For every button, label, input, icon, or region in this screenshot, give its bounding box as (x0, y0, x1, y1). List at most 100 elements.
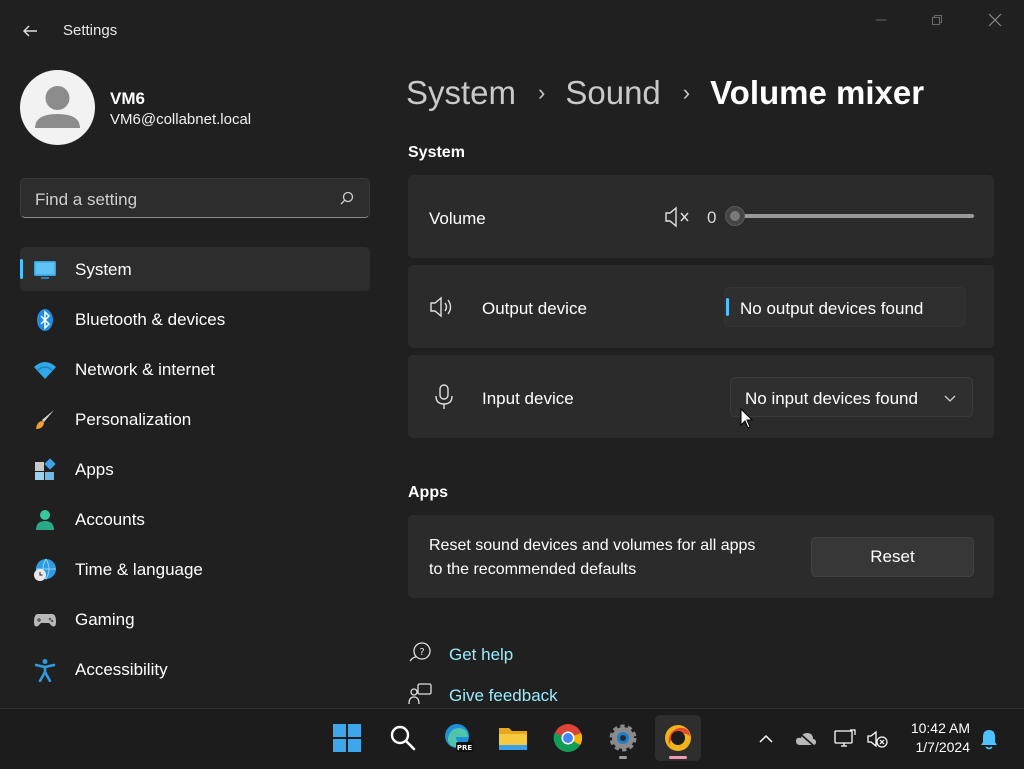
show-hidden-icons-button[interactable] (754, 727, 778, 751)
user-name: VM6 (110, 89, 145, 108)
svg-text:?: ? (419, 647, 424, 658)
breadcrumb-system[interactable]: System (406, 74, 516, 112)
svg-text:PRE: PRE (457, 744, 473, 752)
sidebar-item-label: System (75, 260, 132, 279)
sidebar-item-personalization[interactable]: Personalization (20, 397, 370, 441)
start-button[interactable] (324, 715, 370, 761)
restore-button[interactable] (914, 8, 960, 32)
sidebar-item-system[interactable]: System (20, 247, 370, 291)
input-device-label: Input device (482, 389, 574, 408)
back-arrow-icon (23, 25, 37, 37)
apps-icon (35, 458, 56, 480)
restore-icon (932, 15, 942, 25)
feedback-icon-wrap[interactable] (408, 682, 432, 706)
window-title: Settings (63, 22, 118, 39)
search-placeholder: Find a setting (35, 190, 138, 209)
volume-tray-button[interactable] (865, 727, 889, 751)
section-title-apps: Apps (408, 484, 448, 501)
chevron-right-icon: › (538, 80, 546, 105)
feedback-icon (408, 683, 432, 705)
chrome-icon (553, 724, 583, 752)
gamepad-icon (34, 614, 56, 627)
network-icon (834, 729, 856, 747)
volume-slider-thumb[interactable] (725, 206, 745, 226)
taskbar-search-button[interactable] (380, 715, 426, 761)
file-explorer-icon (499, 728, 527, 750)
taskbar-edge-preview[interactable]: PRE (435, 715, 481, 761)
volume-slider-track[interactable] (738, 214, 974, 218)
focus-indicator (726, 298, 729, 316)
avatar[interactable] (20, 70, 95, 145)
output-device-value: No output devices found (740, 299, 924, 318)
back-button[interactable] (14, 18, 46, 44)
sidebar-item-time-language[interactable]: Time & language (20, 547, 370, 591)
breadcrumb-sound[interactable]: Sound (565, 74, 660, 112)
clock-date: 1/7/2024 (915, 739, 971, 755)
app-icon (665, 725, 691, 751)
breadcrumb: System › Sound › Volume mixer (406, 74, 924, 112)
sidebar-item-label: Network & internet (75, 360, 215, 379)
help-icon-wrap[interactable]: ? (408, 641, 432, 665)
sidebar-item-network[interactable]: Network & internet (20, 347, 370, 391)
clock-time: 10:42 AM (910, 720, 970, 736)
page-title: Volume mixer (710, 74, 925, 111)
chevron-down-icon (944, 395, 956, 402)
accounts-icon (36, 510, 54, 530)
sidebar-item-label: Bluetooth & devices (75, 310, 226, 329)
search-icon (390, 725, 416, 751)
bell-icon (981, 730, 997, 750)
give-feedback-link[interactable]: Give feedback (449, 686, 558, 706)
minimize-button[interactable] (858, 8, 904, 32)
running-indicator (619, 756, 627, 759)
taskbar-active-app[interactable] (655, 715, 701, 761)
sidebar-item-apps[interactable]: Apps (20, 447, 370, 491)
input-device-dropdown[interactable]: No input devices found (730, 377, 973, 417)
taskbar-settings[interactable] (600, 715, 646, 761)
taskbar-file-explorer[interactable] (490, 715, 536, 761)
mouse-cursor-icon (740, 408, 754, 429)
close-icon (988, 13, 1002, 27)
section-title-system: System (408, 144, 465, 161)
chevron-right-icon: › (682, 80, 691, 105)
onedrive-tray-button[interactable] (794, 727, 818, 751)
edge-preview-icon: PRE (445, 724, 473, 752)
search-input[interactable]: Find a setting (20, 178, 370, 218)
network-tray-button[interactable] (833, 727, 857, 751)
help-icon: ? (409, 642, 431, 662)
system-clock[interactable]: 10:42 AM 1/7/2024 (911, 719, 970, 757)
reset-button[interactable]: Reset (811, 537, 974, 577)
user-avatar-icon (35, 86, 80, 128)
get-help-link[interactable]: Get help (449, 645, 513, 665)
minimize-icon (876, 19, 886, 21)
sidebar-item-bluetooth[interactable]: Bluetooth & devices (20, 297, 370, 341)
reset-description-line2: to the recommended defaults (429, 561, 637, 578)
wifi-icon (34, 362, 56, 379)
input-device-value: No input devices found (745, 389, 918, 408)
mute-button[interactable] (664, 205, 692, 229)
reset-description-line1: Reset sound devices and volumes for all … (429, 537, 756, 554)
speaker-muted-icon (665, 206, 689, 228)
notifications-button[interactable] (977, 727, 1001, 751)
search-icon (340, 191, 354, 205)
sidebar-item-accessibility[interactable]: Accessibility (20, 647, 370, 691)
sidebar-item-label: Accessibility (75, 660, 168, 679)
output-device-label: Output device (482, 299, 587, 318)
user-email: VM6@collabnet.local (110, 111, 252, 128)
sidebar-item-label: Apps (75, 460, 114, 479)
chevron-up-icon (759, 734, 773, 743)
sidebar-item-accounts[interactable]: Accounts (20, 497, 370, 541)
volume-label: Volume (429, 209, 486, 228)
taskbar: PRE 10:42 AM 1/7/2024 (0, 708, 1024, 769)
sidebar-item-label: Gaming (75, 610, 135, 629)
sidebar-item-label: Time & language (75, 560, 203, 579)
taskbar-chrome[interactable] (545, 715, 591, 761)
close-button[interactable] (972, 8, 1018, 32)
speaker-muted-icon (867, 730, 888, 748)
cloud-offline-icon (796, 731, 816, 747)
sidebar-item-gaming[interactable]: Gaming (20, 597, 370, 641)
settings-gear-icon (609, 724, 637, 752)
monitor-icon (34, 261, 56, 279)
bluetooth-icon (37, 309, 53, 331)
active-indicator (669, 756, 687, 759)
output-device-dropdown[interactable]: No output devices found (724, 287, 966, 327)
